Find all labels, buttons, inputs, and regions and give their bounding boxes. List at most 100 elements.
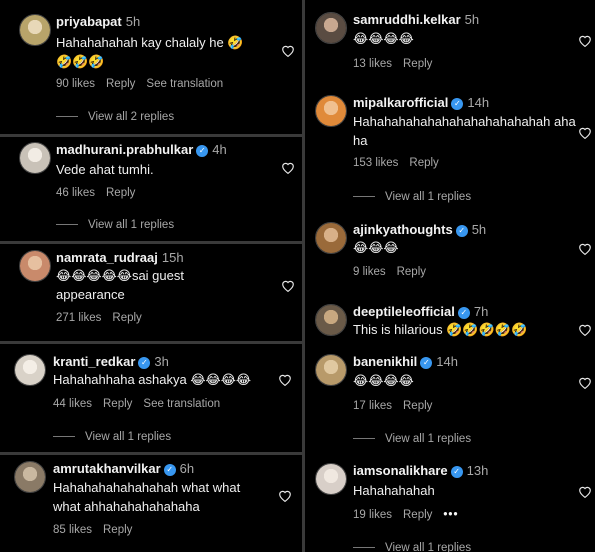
username[interactable]: namrata_rudraaj 15h — [56, 250, 184, 265]
like-count[interactable]: 19 likes — [353, 509, 392, 521]
avatar[interactable] — [19, 142, 51, 174]
like-count[interactable]: 17 likes — [353, 400, 392, 412]
username[interactable]: deeptileleofficial ✓ 7h — [353, 304, 488, 319]
like-count[interactable]: 271 likes — [56, 312, 101, 324]
like-count[interactable]: 46 likes — [56, 187, 95, 199]
more-options-icon[interactable]: ••• — [443, 509, 458, 521]
avatar[interactable] — [19, 250, 51, 282]
like-count[interactable]: 44 likes — [53, 398, 92, 410]
avatar[interactable] — [19, 14, 51, 46]
comment-meta: 9 likes Reply — [353, 266, 437, 278]
username[interactable]: banenikhil ✓ 14h — [353, 354, 458, 369]
avatar[interactable] — [14, 354, 46, 386]
username[interactable]: mipalkarofficial ✓ 14h — [353, 95, 489, 110]
comment-text: 😂😂😂😂 — [353, 373, 414, 388]
comment-text: Hahahahahah — [353, 483, 435, 498]
verified-icon: ✓ — [450, 466, 463, 478]
heart-icon[interactable] — [578, 242, 592, 255]
like-count[interactable]: 13 likes — [353, 58, 392, 70]
heart-icon[interactable] — [281, 161, 295, 174]
view-replies-button[interactable]: View all 1 replies — [56, 219, 174, 231]
comment-text: Hahahahahah kay chalaly he 🤣🤣🤣🤣 — [56, 35, 244, 69]
comment-time: 13h — [466, 463, 489, 478]
comment-meta: 85 likes Reply — [53, 524, 143, 536]
avatar[interactable] — [315, 463, 347, 495]
heart-icon[interactable] — [578, 126, 592, 139]
comment-meta: 19 likes Reply ••• — [353, 509, 470, 521]
username[interactable]: kranti_redkar ✓ 3h — [53, 354, 169, 369]
replies-line — [353, 547, 375, 549]
heart-icon[interactable] — [278, 489, 292, 502]
view-replies-button[interactable]: View all 1 replies — [353, 191, 471, 203]
comment-time: 3h — [154, 354, 169, 369]
comment-time: 15h — [161, 250, 184, 265]
verified-icon: ✓ — [420, 357, 433, 369]
comment-time: 5h — [464, 12, 480, 27]
divider — [0, 452, 302, 455]
comment-text: This is hilarious 🤣🤣🤣🤣🤣 — [353, 322, 528, 337]
view-replies-button[interactable]: View all 2 replies — [56, 111, 174, 123]
view-replies-button[interactable]: View all 1 replies — [53, 431, 171, 443]
comment-time: 14h — [467, 95, 490, 110]
comment-time: 5h — [125, 14, 141, 29]
avatar[interactable] — [14, 461, 46, 493]
heart-icon[interactable] — [281, 279, 295, 292]
reply-button[interactable]: Reply — [403, 400, 432, 412]
avatar[interactable] — [315, 12, 347, 44]
username[interactable]: priyabapat 5h — [56, 14, 140, 29]
comment-time: 4h — [212, 142, 227, 157]
avatar[interactable] — [315, 354, 347, 386]
replies-line — [53, 436, 75, 438]
avatar[interactable] — [315, 95, 347, 127]
replies-line — [56, 116, 78, 118]
comment-text: Hahahahahahahahah what what what ahhahah… — [53, 480, 241, 514]
username[interactable]: amrutakhanvilkar ✓ 6h — [53, 461, 194, 476]
replies-line — [353, 196, 375, 198]
comment-text: Vede ahat tumhi. — [56, 162, 154, 177]
view-replies-button[interactable]: View all 1 replies — [353, 542, 471, 552]
avatar[interactable] — [315, 304, 347, 336]
heart-icon[interactable] — [578, 376, 592, 389]
see-translation-link[interactable]: See translation — [143, 398, 220, 410]
verified-icon: ✓ — [457, 307, 470, 319]
see-translation-link[interactable]: See translation — [146, 78, 223, 90]
heart-icon[interactable] — [281, 44, 295, 57]
comment-meta: 17 likes Reply — [353, 400, 443, 412]
like-count[interactable]: 90 likes — [56, 78, 95, 90]
right-comments-panel: samruddhi.kelkar 5h 😂😂😂😂 13 likes Reply mi… — [305, 0, 595, 552]
verified-icon: ✓ — [138, 357, 151, 369]
reply-button[interactable]: Reply — [112, 312, 141, 324]
like-count[interactable]: 85 likes — [53, 524, 92, 536]
heart-icon[interactable] — [278, 373, 292, 386]
reply-button[interactable]: Reply — [106, 187, 135, 199]
username[interactable]: iamsonalikhare ✓ 13h — [353, 463, 488, 478]
left-comments-panel: priyabapat 5h Hahahahahah kay chalaly he … — [0, 0, 302, 552]
comment-text: 😂😂😂😂 — [353, 31, 414, 46]
reply-button[interactable]: Reply — [403, 509, 432, 521]
reply-button[interactable]: Reply — [106, 78, 135, 90]
verified-icon: ✓ — [163, 464, 176, 476]
view-replies-button[interactable]: View all 1 replies — [353, 433, 471, 445]
divider — [0, 241, 302, 244]
comment-meta: 90 likes Reply See translation — [56, 78, 234, 90]
comment-time: 7h — [473, 304, 489, 319]
reply-button[interactable]: Reply — [397, 266, 426, 278]
like-count[interactable]: 153 likes — [353, 157, 398, 169]
divider — [0, 134, 302, 137]
comment-meta: 271 likes Reply — [56, 312, 153, 324]
comment-text: 😂😂😂 — [353, 240, 399, 255]
reply-button[interactable]: Reply — [103, 524, 132, 536]
heart-icon[interactable] — [578, 323, 592, 336]
replies-line — [353, 438, 375, 440]
heart-icon[interactable] — [578, 34, 592, 47]
like-count[interactable]: 9 likes — [353, 266, 386, 278]
username[interactable]: ajinkyathoughts ✓ 5h — [353, 222, 486, 237]
username[interactable]: madhurani.prabhulkar ✓ 4h — [56, 142, 227, 157]
reply-button[interactable]: Reply — [403, 58, 432, 70]
comment-time: 5h — [471, 222, 487, 237]
reply-button[interactable]: Reply — [103, 398, 132, 410]
avatar[interactable] — [315, 222, 347, 254]
reply-button[interactable]: Reply — [409, 157, 438, 169]
heart-icon[interactable] — [578, 485, 592, 498]
username[interactable]: samruddhi.kelkar 5h — [353, 12, 479, 27]
